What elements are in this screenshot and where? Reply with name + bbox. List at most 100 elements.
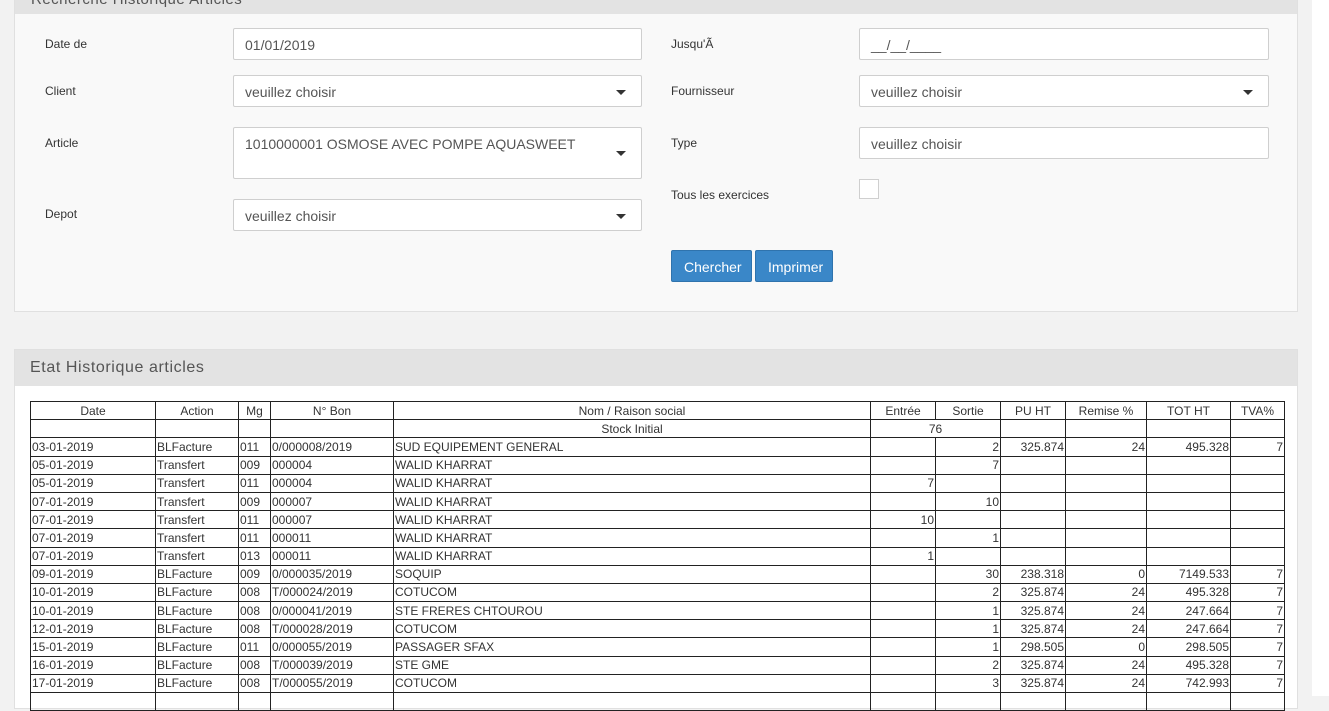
results-panel-title: Etat Historique articles [30,359,205,376]
cell-pu [1000,491,1066,512]
cell-action: BLFacture [155,619,239,639]
cell-tva: 7 [1230,437,1285,457]
depot-select[interactable]: veuillez choisir [233,199,642,231]
imprimer-button[interactable]: Imprimer [755,250,833,282]
page-scrollbar-track[interactable] [1312,0,1329,696]
cell-action: BLFacture [155,564,239,584]
tous-exercices-checkbox[interactable] [859,179,879,199]
cell-sortie [935,546,1001,566]
cell-tot: 7149.533 [1146,564,1231,584]
chevron-down-icon [616,90,626,95]
table-row: 07-01-2019 Transfert 011 000007 WALID KHARRA… [30,510,1285,530]
cell-nom: COTUCOM [393,582,871,603]
stock-initial-value: 76 [870,419,1001,439]
cell-sortie: 30 [935,564,1001,584]
cell-action: Transfert [155,510,239,530]
cell-date: 07-01-2019 [30,491,156,512]
cell-entree [870,437,936,457]
client-select[interactable]: veuillez choisir [233,75,642,107]
column-header: Date [30,400,156,421]
cell-tot [1146,528,1231,548]
cell-remise: 0 [1065,637,1147,657]
cell-date: 07-01-2019 [30,528,156,548]
chevron-down-icon [616,214,626,219]
date-de-input[interactable]: 01/01/2019 [233,28,642,60]
cell-bon: 0/000008/2019 [270,437,394,457]
results-panel: Etat Historique articles Date Action Mg … [14,349,1298,711]
cell-mg: 008 [238,582,271,603]
cell-bon: 000007 [270,491,394,512]
chercher-button[interactable]: Chercher [671,250,752,282]
cell-mg: 008 [238,655,271,675]
cell-pu: 298.505 [1000,637,1066,657]
cell-nom: WALID KHARRAT [393,528,871,548]
column-header: Remise % [1065,400,1147,421]
table-row: 05-01-2019 Transfert 009 000004 WALID KHARRA… [30,455,1285,475]
type-input[interactable]: veuillez choisir [859,127,1269,159]
jusqua-label: Jusqu'Ã [671,37,714,51]
client-label: Client [45,84,76,98]
cell-action: BLFacture [155,601,239,621]
cell-tva [1230,528,1285,548]
cell-nom [393,691,871,711]
cell-remise: 24 [1065,601,1147,621]
cell-pu: 325.874 [1000,601,1066,621]
cell-tva: 7 [1230,601,1285,621]
cell-bon [270,691,394,711]
cell-tot: 495.328 [1146,582,1231,603]
cell-date: 10-01-2019 [30,601,156,621]
cell-entree [870,673,936,694]
cell-nom: WALID KHARRAT [393,473,871,493]
cell-nom: WALID KHARRAT [393,491,871,512]
cell-entree [870,601,936,621]
cell-remise [1065,455,1147,475]
cell-pu: 325.874 [1000,437,1066,457]
column-header: Mg [238,400,271,421]
cell-sortie: 1 [935,637,1001,657]
cell-date: 16-01-2019 [30,655,156,675]
cell-sortie: 1 [935,619,1001,639]
cell-tva [1230,691,1285,711]
cell-tot: 495.328 [1146,437,1231,457]
cell-pu [1000,473,1066,493]
fournisseur-select[interactable]: veuillez choisir [859,75,1269,107]
cell-action: BLFacture [155,437,239,457]
chevron-down-icon [1243,90,1253,95]
cell-action [155,691,239,711]
cell-mg: 013 [238,546,271,566]
cell-action: Transfert [155,546,239,566]
cell-tva: 7 [1230,619,1285,639]
cell-tot: 298.505 [1146,637,1231,657]
cell-bon: T/000039/2019 [270,655,394,675]
cell-nom: SUD EQUIPEMENT GENERAL [393,437,871,457]
cell-pu [1000,691,1066,711]
column-header: PU HT [1000,400,1066,421]
table-row: 05-01-2019 Transfert 011 000004 WALID KHARRA… [30,473,1285,493]
article-label: Article [45,136,79,150]
fournisseur-label: Fournisseur [671,84,735,98]
cell-tva: 7 [1230,673,1285,694]
cell-action: BLFacture [155,655,239,675]
cell-nom: STE FRERES CHTOUROU [393,601,871,621]
cell-remise [1065,546,1147,566]
jusqua-input[interactable]: __/__/____ [859,28,1269,60]
article-select[interactable]: 1010000001 OSMOSE AVEC POMPE AQUASWEET [233,127,642,179]
table-row: 12-01-2019 BLFacture 008 T/000028/2019 COTUC… [30,619,1285,639]
depot-label: Depot [45,207,78,221]
table-row: 17-01-2019 BLFacture 008 T/000055/2019 COTUC… [30,673,1285,694]
table-row: 15-01-2019 BLFacture 011 0/000055/2019 PASSA… [30,637,1285,657]
search-panel: Recherche Historique Articles Date de 01… [14,0,1298,312]
cell-sortie: 1 [935,528,1001,548]
cell-tot: 495.328 [1146,655,1231,675]
cell-nom: STE GME [393,655,871,675]
cell-date: 15-01-2019 [30,637,156,657]
cell-sortie: 10 [935,491,1001,512]
cell-nom: PASSAGER SFAX [393,637,871,657]
cell-mg: 011 [238,437,271,457]
cell-tva [1230,473,1285,493]
cell-entree: 7 [870,473,936,493]
cell-sortie [935,473,1001,493]
cell-action: BLFacture [155,673,239,694]
stock-initial-label: Stock Initial [393,419,871,439]
table-row: 03-01-2019 BLFacture 011 0/000008/2019 SUD E… [30,437,1285,457]
